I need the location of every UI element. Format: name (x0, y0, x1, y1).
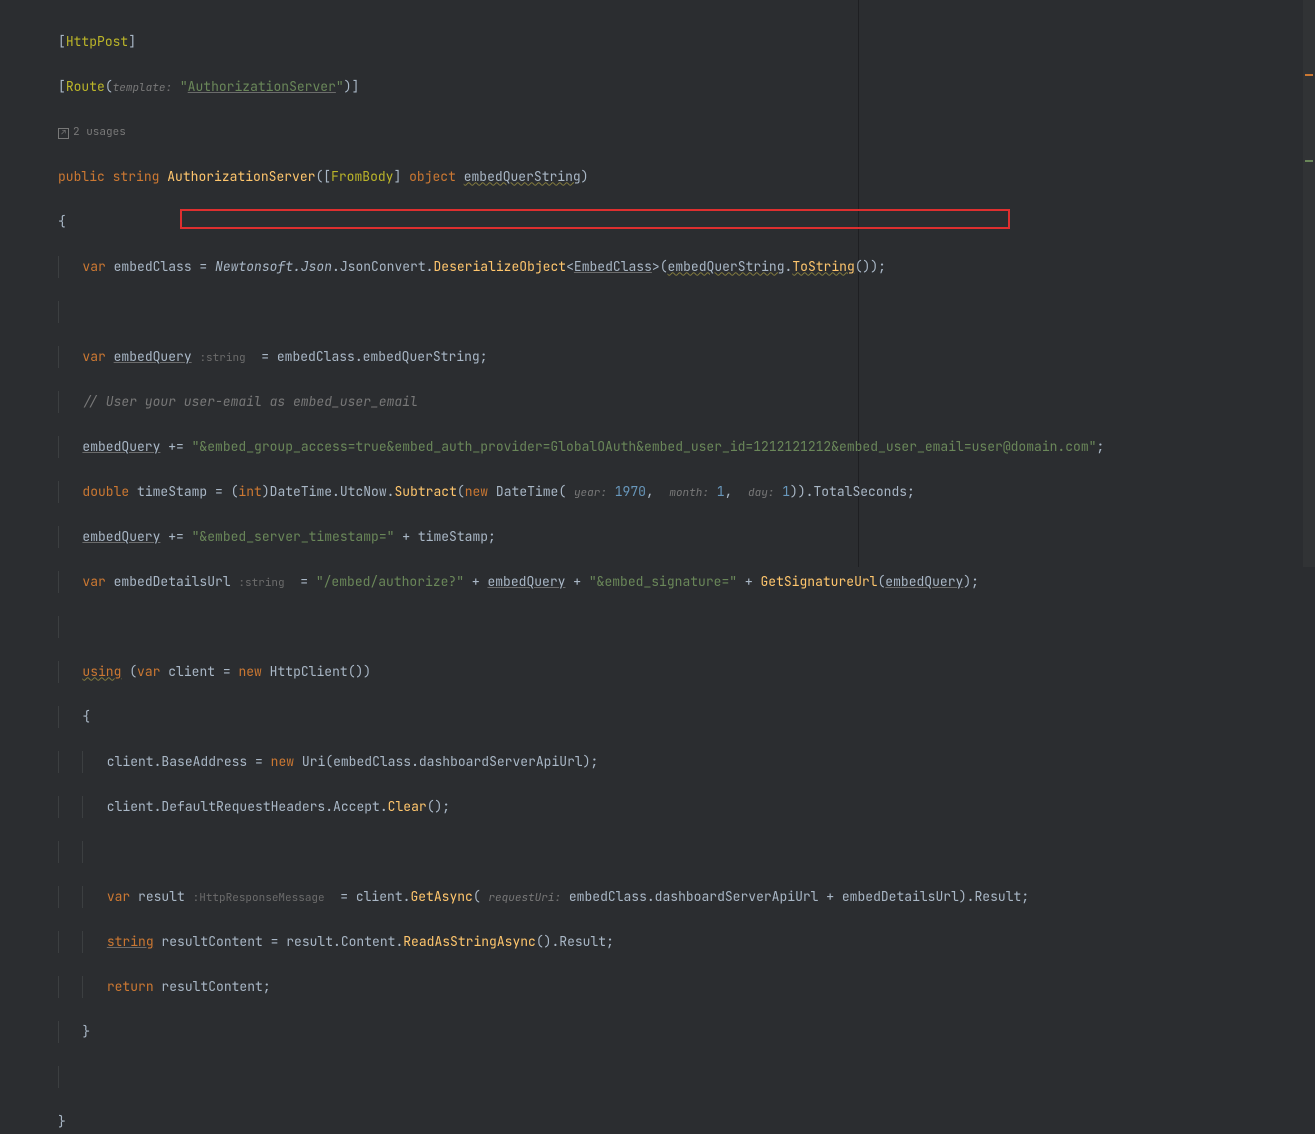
num: 1 (782, 483, 790, 500)
class-uri: Uri (302, 753, 325, 770)
ns-newtonsoft: Newtonsoft.Json (215, 258, 332, 275)
code-line: } (58, 1111, 1315, 1134)
class-jsonconvert: JsonConvert (340, 258, 426, 275)
kw-var: var (107, 888, 130, 905)
code-line: string resultContent = result.Content.Re… (58, 931, 1315, 954)
kw-new: new (465, 483, 488, 500)
usages-icon: ↗ (58, 128, 69, 139)
method-getsignature: GetSignatureUrl (760, 573, 877, 590)
string-literal-highlighted: "&embed_group_access=true&embed_auth_pro… (192, 438, 1097, 455)
method-getasync: GetAsync (410, 888, 472, 905)
var-embedquery: embedQuery (114, 348, 192, 365)
kw-new: new (271, 753, 294, 770)
string-literal: "&embed_server_timestamp=" (192, 528, 395, 545)
kw-new: new (238, 663, 261, 680)
hint-month: month: (669, 486, 709, 500)
kw-return: return (107, 978, 154, 995)
kw-string: string (113, 168, 160, 185)
method-subtract: Subtract (394, 483, 456, 500)
kw-public: public (58, 168, 105, 185)
prop-dashboardserverapiurl: dashboardServerApiUrl (419, 753, 583, 770)
method-name: AuthorizationServer (167, 168, 315, 185)
code-line: { (58, 706, 1315, 729)
comment: // User your user-email as embed_user_em… (82, 393, 417, 410)
code-line: [Route(template: "AuthorizationServer")] (58, 76, 1315, 99)
hint-requesturi: requestUri: (488, 891, 561, 905)
blank-line (58, 301, 1315, 324)
var-embedquerstring: embedQuerString (668, 258, 785, 275)
code-line: embedQuery += "&embed_server_timestamp="… (58, 526, 1315, 549)
prop-accept: Accept (333, 798, 380, 815)
prop-totalseconds: TotalSeconds (813, 483, 907, 500)
usages-text: 2 usages (73, 125, 126, 139)
method-tostring: ToString (792, 258, 854, 275)
hint-template: template: (113, 81, 172, 95)
var-embedquery: embedQuery (487, 573, 565, 590)
code-line: var embedDetailsUrl :string = "/embed/au… (58, 571, 1315, 594)
code-line: embedQuery += "&embed_group_access=true&… (58, 436, 1315, 459)
code-line: return resultContent; (58, 976, 1315, 999)
var-embedquery: embedQuery (82, 528, 160, 545)
kw-string: string (107, 933, 154, 950)
code-line: var embedQuery :string = embedClass.embe… (58, 346, 1315, 369)
class-embedclass: EmbedClass (574, 258, 652, 275)
kw-int: int (238, 483, 261, 500)
code-line: client.DefaultRequestHeaders.Accept.Clea… (58, 796, 1315, 819)
class-httpclient: HttpClient (270, 663, 348, 680)
hint-httpresponse: :HttpResponseMessage (193, 891, 325, 905)
kw-var: var (82, 573, 105, 590)
kw-using: using (82, 663, 121, 680)
code-line: [HttpPost] (58, 31, 1315, 54)
route-string: AuthorizationServer (188, 78, 336, 95)
attr-frombody: FromBody (331, 168, 393, 185)
code-line: using (var client = new HttpClient()) (58, 661, 1315, 684)
num: 1 (717, 483, 725, 500)
hint-year: year: (574, 486, 607, 500)
hint-string: :string (199, 351, 245, 365)
prop: embedQuerString (363, 348, 480, 365)
method-deserialize: DeserializeObject (433, 258, 566, 275)
hint-string: :string (238, 576, 284, 590)
prop-dashboardserverapiurl: dashboardServerApiUrl (655, 888, 819, 905)
kw-var: var (82, 258, 105, 275)
code-line: double timeStamp = (int)DateTime.UtcNow.… (58, 481, 1315, 504)
kw-object: object (409, 168, 456, 185)
code-editor[interactable]: [HttpPost] [Route(template: "Authorizati… (0, 0, 1315, 1134)
kw-var: var (82, 348, 105, 365)
param-name: embedQuerString (464, 168, 581, 185)
code-line: public string AuthorizationServer([FromB… (58, 166, 1315, 189)
prop-defaultrequestheaders: DefaultRequestHeaders (161, 798, 325, 815)
var-embedquery: embedQuery (885, 573, 963, 590)
attr-route: Route (66, 78, 105, 95)
prop-content: Content (341, 933, 396, 950)
blank-line (58, 1066, 1315, 1089)
blank-line (58, 616, 1315, 639)
num: 1970 (615, 483, 646, 500)
var-embedquery: embedQuery (82, 438, 160, 455)
prop-utcnow: UtcNow (340, 483, 387, 500)
method-readasstringasync: ReadAsStringAsync (403, 933, 536, 950)
code-line: } (58, 1021, 1315, 1044)
blank-line (58, 841, 1315, 864)
prop-result: Result (559, 933, 606, 950)
code-line: // User your user-email as embed_user_em… (58, 391, 1315, 414)
highlight-box (180, 209, 1010, 229)
code-line: var result :HttpResponseMessage = client… (58, 886, 1315, 909)
prop-baseaddress: BaseAddress (161, 753, 247, 770)
class-datetime: DateTime (270, 483, 332, 500)
code-line: client.BaseAddress = new Uri(embedClass.… (58, 751, 1315, 774)
prop-result: Result (975, 888, 1022, 905)
attr-httppost: HttpPost (66, 33, 128, 50)
code-line: var embedClass = Newtonsoft.Json.JsonCon… (58, 256, 1315, 279)
method-clear: Clear (388, 798, 427, 815)
kw-var: var (137, 663, 160, 680)
hint-day: day: (748, 486, 774, 500)
usages-indicator[interactable]: ↗ 2 usages (58, 121, 1315, 144)
string-literal: "&embed_signature=" (589, 573, 737, 590)
class-datetime: DateTime (496, 483, 558, 500)
kw-double: double (82, 483, 129, 500)
string-literal: "/embed/authorize?" (316, 573, 464, 590)
